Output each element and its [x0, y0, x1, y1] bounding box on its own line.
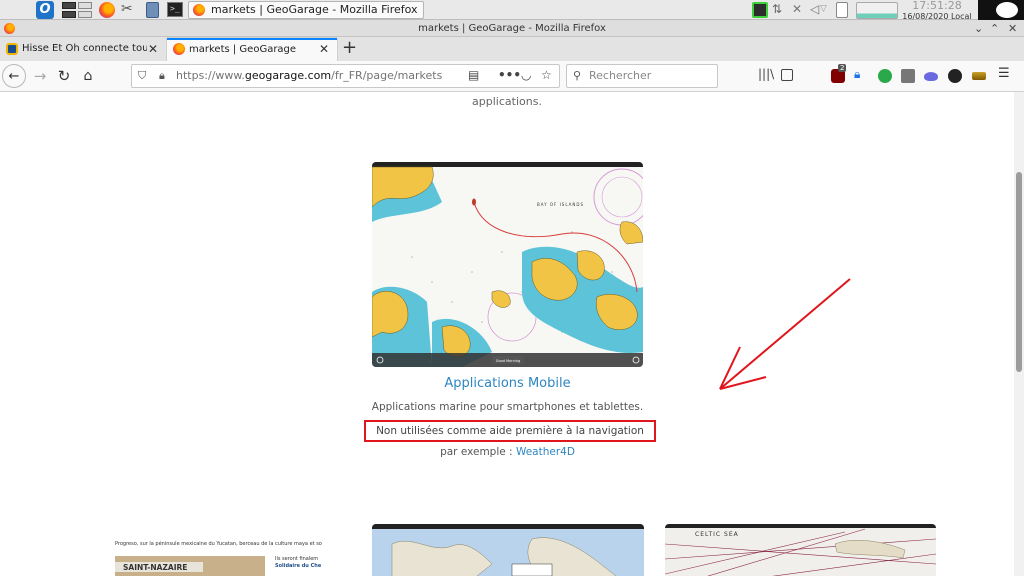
extension-icon[interactable] — [972, 72, 986, 80]
mobile-app-screenshot: BAY OF ISLANDS Good Morning — [372, 162, 643, 367]
firefox-icon — [193, 4, 205, 16]
bluetooth-off-icon[interactable]: ✕ — [792, 2, 808, 18]
page-scrollbar[interactable] — [1014, 92, 1024, 576]
mask-icon[interactable] — [948, 69, 962, 83]
close-window-icon[interactable]: ✕ — [1008, 20, 1017, 37]
app-launcher-icon[interactable]: O — [36, 1, 54, 19]
network-icon[interactable]: ⇅ — [772, 2, 788, 18]
intro-text-tail: applications. — [472, 95, 542, 108]
workspace-3-icon[interactable] — [78, 2, 92, 9]
feature-title[interactable]: Applications Mobile — [372, 376, 643, 391]
minimize-icon[interactable]: ⌄ — [974, 20, 983, 37]
calculator-icon[interactable] — [146, 2, 159, 18]
clock-time: 17:51:28 — [912, 0, 962, 12]
search-icon: ⚲ — [573, 69, 582, 82]
example-line: par exemple : Weather4D — [340, 446, 675, 458]
magazine-text: Progreso, sur la péninsule mexicaine du … — [115, 540, 322, 547]
navigation-toolbar: ← → ↻ ⌂ ⛉ 🔒︎ https://www.geogarage.com/f… — [0, 61, 1024, 92]
reload-button[interactable]: ↻ — [56, 64, 72, 88]
hamburger-menu-icon[interactable]: ☰ — [998, 66, 1012, 81]
bookmark-star-icon[interactable]: ☆ — [541, 68, 552, 82]
ublock-badge: 2 — [838, 64, 847, 72]
window-title: markets | GeoGarage - Mozilla Firefox — [418, 23, 606, 34]
site-favicon-icon — [6, 43, 18, 55]
page-content: applications. BAY OF ISLANDS Good Mornin… — [0, 92, 1014, 576]
feature-description: Applications marine pour smartphones et … — [371, 401, 644, 413]
forward-button[interactable]: → — [32, 64, 48, 88]
navigation-warning-text: Non utilisées comme aide première à la n… — [376, 425, 644, 437]
clock[interactable]: 17:51:28 16/08/2020 Local — [900, 0, 974, 22]
workspace-2-icon[interactable] — [62, 11, 76, 18]
annotation-highlight-box: Non utilisées comme aide première à la n… — [364, 420, 656, 442]
scrollbar-thumb[interactable] — [1016, 172, 1022, 372]
saint-nazaire-caption: SAINT-NAZAIRE — [123, 563, 187, 572]
search-bar[interactable]: ⚲ Rechercher — [566, 64, 718, 88]
workspace-4-icon[interactable] — [78, 11, 92, 18]
map-label: BAY OF ISLANDS — [537, 202, 584, 207]
green-extension-icon[interactable] — [878, 69, 892, 83]
chevron-down-icon[interactable]: ▽ — [820, 4, 836, 20]
example-prefix: par exemple : — [440, 446, 516, 458]
url-bar[interactable]: ⛉ 🔒︎ https://www.geogarage.com/fr_FR/pag… — [131, 64, 560, 88]
taskbar-window-title: markets | GeoGarage - Mozilla Firefox — [211, 3, 418, 16]
close-tab-icon[interactable]: ✕ — [148, 38, 158, 60]
workspace-1-icon[interactable] — [62, 2, 76, 9]
magazine-thumbnail[interactable]: Progreso, sur la péninsule mexicaine du … — [113, 538, 334, 576]
tab-geogarage[interactable]: markets | GeoGarage ✕ — [167, 38, 337, 61]
tab-strip: Hisse Et Oh connecte tous les ✕ markets … — [0, 37, 1024, 61]
terminal-icon[interactable]: >_ — [167, 2, 183, 17]
lock-icon[interactable]: 🔒︎ — [159, 69, 165, 83]
tab-label: Hisse Et Oh connecte tous les — [22, 43, 147, 54]
firefox-launcher-icon[interactable] — [99, 2, 115, 18]
magazine-side-text: Ils seront finalem — [275, 556, 318, 562]
nautical-chart-image: BAY OF ISLANDS Good Morning — [372, 162, 643, 367]
close-tab-icon[interactable]: ✕ — [319, 40, 329, 59]
system-menu-area[interactable] — [978, 0, 1024, 20]
back-button[interactable]: ← — [2, 64, 26, 88]
search-placeholder: Rechercher — [589, 69, 652, 82]
chart-thumbnail-right[interactable]: CELTIC SEA — [665, 524, 936, 576]
taskbar-window-button[interactable]: markets | GeoGarage - Mozilla Firefox — [188, 1, 424, 19]
pocket-icon[interactable]: ◡ — [521, 68, 531, 82]
magazine-page-image: Progreso, sur la péninsule mexicaine du … — [113, 538, 334, 576]
annotation-arrow-icon — [719, 278, 851, 390]
firefox-favicon-icon — [173, 43, 185, 55]
firefox-icon — [4, 23, 15, 34]
new-tab-button[interactable]: + — [342, 38, 357, 58]
map-app-button: Good Morning — [496, 359, 521, 363]
page-actions-icon[interactable]: ••• — [498, 68, 521, 82]
window-titlebar: markets | GeoGarage - Mozilla Firefox ⌄ … — [0, 20, 1024, 37]
reader-view-icon[interactable]: ▤ — [468, 68, 479, 82]
maximize-icon[interactable]: ⌃ — [990, 20, 999, 37]
home-button[interactable]: ⌂ — [80, 64, 96, 88]
tab-hisse-et-oh[interactable]: Hisse Et Oh connecte tous les ✕ — [0, 38, 166, 61]
route-chart-thumbnail: CELTIC SEA — [665, 524, 936, 576]
tools-icon[interactable]: ✂ — [121, 1, 133, 17]
battery-icon[interactable] — [836, 2, 848, 18]
cloud-icon[interactable] — [924, 72, 938, 81]
weather4d-link[interactable]: Weather4D — [516, 446, 575, 458]
system-panel: O ✂ >_ markets | GeoGarage - Mozilla Fir… — [0, 0, 1024, 22]
cpu-graph-icon — [856, 2, 898, 19]
tab-label: markets | GeoGarage — [189, 44, 297, 55]
lock-extension-icon[interactable]: 🔒︎ — [854, 67, 868, 81]
printer-icon[interactable] — [901, 69, 915, 83]
penguin-icon — [996, 2, 1018, 18]
tracking-shield-icon[interactable]: ⛉ — [138, 69, 146, 83]
library-icon[interactable]: |||\ — [758, 67, 774, 81]
chart-thumbnail-middle[interactable] — [372, 524, 644, 576]
magazine-side-heading: Solidaire du Che — [275, 563, 322, 569]
sidebar-icon[interactable] — [781, 69, 793, 81]
url-text[interactable]: https://www.geogarage.com/fr_FR/page/mar… — [176, 65, 442, 87]
monitor-icon[interactable] — [752, 2, 768, 18]
nautical-chart-thumbnail — [372, 524, 644, 576]
celtic-sea-label: CELTIC SEA — [695, 531, 739, 538]
